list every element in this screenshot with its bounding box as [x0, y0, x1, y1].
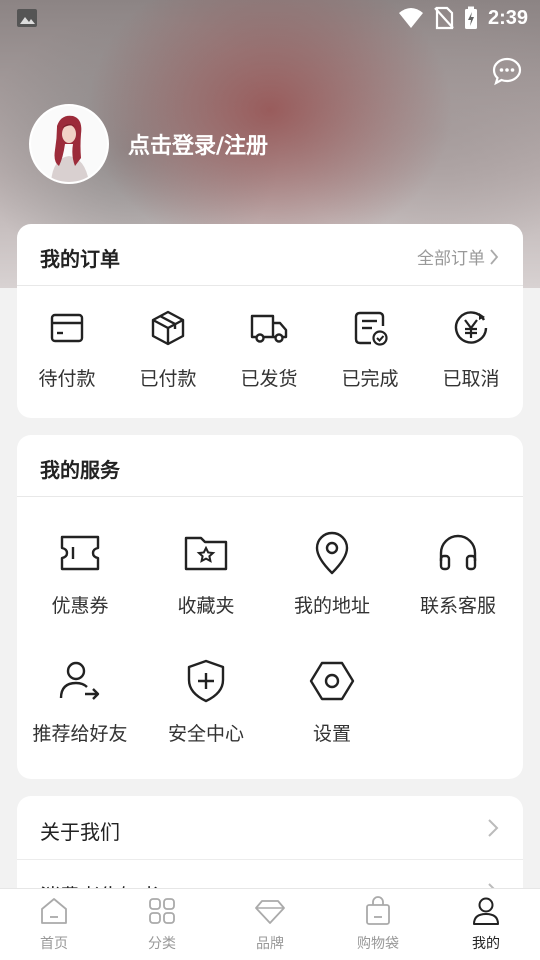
package-box-icon: [151, 310, 185, 346]
orders-header: 我的订单 全部订单: [17, 224, 523, 286]
battery-charging-icon: [464, 6, 477, 29]
service-settings[interactable]: 设置: [272, 657, 392, 746]
tab-shopping-bag-label: 购物袋: [357, 936, 399, 952]
services-title: 我的服务: [40, 458, 120, 482]
tab-shopping-bag[interactable]: 购物袋: [324, 895, 432, 953]
about-us-label: 关于我们: [40, 820, 120, 844]
service-security-center-label: 安全中心: [167, 723, 244, 745]
share-user-icon: [59, 661, 100, 700]
order-completed[interactable]: 已完成: [320, 308, 420, 391]
shield-plus-icon: [187, 659, 225, 703]
order-pending-payment-label: 待付款: [38, 368, 96, 390]
service-settings-label: 设置: [312, 723, 351, 745]
chevron-right-icon: [488, 819, 499, 837]
order-paid-label: 已付款: [139, 368, 197, 390]
orders-title: 我的订单: [40, 247, 120, 271]
gallery-notification-icon: [17, 9, 37, 27]
no-sim-icon: [434, 6, 454, 30]
chevron-right-icon: [490, 248, 499, 265]
service-addresses-label: 我的地址: [293, 595, 370, 617]
avatar-illustration-icon: [31, 106, 107, 182]
tab-brand-label: 品牌: [256, 936, 284, 952]
cancel-yen-icon: [454, 311, 488, 344]
service-addresses[interactable]: 我的地址: [272, 529, 392, 618]
bottom-tab-bar: 首页 分类 品牌 购物袋 我的: [0, 888, 540, 960]
category-grid-icon: [149, 898, 175, 924]
star-folder-icon: [184, 536, 228, 571]
service-coupons[interactable]: 优惠券: [20, 529, 140, 618]
order-cancelled-label: 已取消: [442, 368, 500, 390]
hexagon-gear-icon: [309, 661, 355, 701]
order-completed-label: 已完成: [341, 368, 399, 390]
services-card: 我的服务 优惠券 收藏夹 我的地址 联系客服 推荐给好友 安全中心 设置: [17, 435, 523, 779]
wallet-card-icon: [50, 313, 84, 343]
service-security-center[interactable]: 安全中心: [146, 657, 266, 746]
about-us-row[interactable]: 关于我们: [17, 796, 523, 859]
tab-mine[interactable]: 我的: [432, 895, 540, 953]
service-favorites-label: 收藏夹: [177, 595, 235, 617]
tab-home[interactable]: 首页: [0, 895, 108, 953]
order-pending-payment[interactable]: 待付款: [17, 308, 117, 391]
diamond-icon: [255, 900, 285, 924]
services-header: 我的服务: [17, 435, 523, 497]
wifi-icon: [398, 8, 423, 28]
order-shipped-label: 已发货: [240, 368, 298, 390]
order-paid[interactable]: 已付款: [118, 308, 218, 391]
service-coupons-label: 优惠券: [51, 595, 109, 617]
tab-mine-label: 我的: [472, 936, 500, 952]
tab-brand[interactable]: 品牌: [216, 895, 324, 953]
service-customer-support[interactable]: 联系客服: [398, 529, 518, 618]
location-pin-icon: [315, 531, 349, 575]
status-bar: 2:39: [0, 0, 540, 36]
service-favorites[interactable]: 收藏夹: [146, 529, 266, 618]
service-refer-friends[interactable]: 推荐给好友: [20, 657, 140, 746]
order-shipped[interactable]: 已发货: [219, 308, 319, 391]
headphones-icon: [439, 534, 477, 571]
shopping-bag-icon: [366, 896, 390, 925]
login-register-link[interactable]: 点击登录/注册: [128, 128, 268, 160]
all-orders-label: 全部订单: [417, 249, 485, 269]
order-cancelled[interactable]: 已取消: [421, 308, 521, 391]
home-icon: [41, 898, 67, 924]
message-icon[interactable]: [492, 56, 522, 86]
completed-order-icon: [354, 311, 388, 346]
tab-home-label: 首页: [40, 936, 68, 952]
service-customer-support-label: 联系客服: [419, 595, 496, 617]
delivery-truck-icon: [250, 314, 288, 343]
tab-category[interactable]: 分类: [108, 895, 216, 953]
avatar[interactable]: [29, 104, 109, 184]
all-orders-link[interactable]: 全部订单: [417, 244, 499, 269]
service-refer-friends-label: 推荐给好友: [32, 723, 128, 745]
tab-category-label: 分类: [148, 936, 176, 952]
orders-card: 我的订单 全部订单 待付款 已付款 已发货 已完成 已取消: [17, 224, 523, 418]
profile-user-icon: [473, 897, 499, 925]
status-time: 2:39: [487, 6, 528, 29]
coupon-ticket-icon: [60, 535, 100, 571]
